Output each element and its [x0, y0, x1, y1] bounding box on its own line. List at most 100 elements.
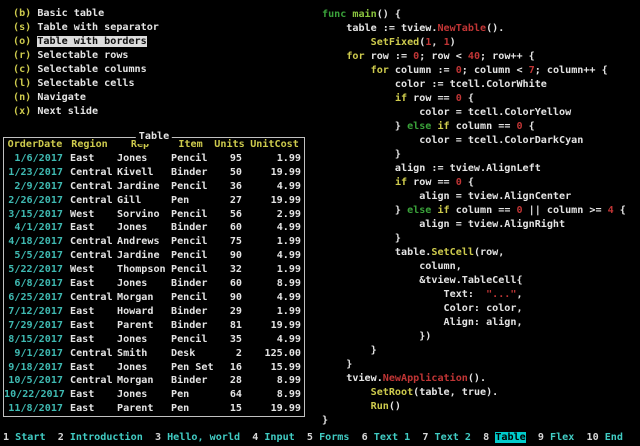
table-cell: Pen	[167, 194, 214, 208]
table-cell: 50	[214, 166, 245, 180]
table-cell: 60	[214, 221, 245, 235]
code-token: SetFixed	[371, 37, 420, 48]
menu-item-selectable-columns[interactable]: (c) Selectable columns	[13, 63, 159, 77]
code-token: color = tcell.ColorDarkCyan	[322, 135, 583, 146]
code-line: func main() {	[322, 8, 626, 22]
statusbar-slide-start[interactable]: 1 Start	[3, 432, 46, 443]
statusbar-slide-end[interactable]: 10 End	[587, 432, 623, 443]
code-line: }	[322, 358, 626, 372]
menu-item-table-with-borders[interactable]: (o) Table with borders	[13, 35, 159, 49]
statusbar-slide-table[interactable]: 8 Table	[483, 432, 526, 443]
table-row: 7/29/2017EastParentBinder8119.99	[4, 319, 304, 333]
menu-item-selectable-cells[interactable]: (l) Selectable cells	[13, 77, 159, 91]
table-cell: Morgan	[113, 374, 167, 388]
code-token: color := tcell.ColorWhite	[322, 79, 547, 90]
code-token: {	[462, 93, 474, 104]
statusbar-slide-flex[interactable]: 9 Flex	[538, 432, 574, 443]
code-line: })	[322, 330, 626, 344]
table-cell: Thompson	[113, 263, 167, 277]
table-cell: Jardine	[113, 180, 167, 194]
table-cell: 35	[214, 333, 245, 347]
table-cell: 4.99	[245, 249, 304, 263]
code-token: Color: color,	[322, 303, 523, 314]
statusbar-slide-hello-world[interactable]: 3 Hello, world	[155, 432, 240, 443]
menu-item-navigate[interactable]: (n) Navigate	[13, 91, 159, 105]
slide-label: Text 1	[374, 432, 410, 443]
menu-item-basic-table[interactable]: (b) Basic table	[13, 7, 159, 21]
code-line: if row == 0 {	[322, 176, 626, 190]
table-row: 1/6/2017EastJonesPencil951.99	[4, 152, 304, 166]
code-token	[322, 51, 346, 62]
code-token: row ==	[407, 93, 456, 104]
code-token: {	[614, 205, 626, 216]
table-cell: East	[66, 361, 113, 375]
table-cell: Pen	[167, 402, 214, 416]
statusbar-slide-forms[interactable]: 5 Forms	[307, 432, 350, 443]
slide-number: 5	[307, 432, 313, 443]
menu-item-table-with-separator[interactable]: (s) Table with separator	[13, 21, 159, 35]
table-cell: Binder	[167, 221, 214, 235]
table-row: 5/22/2017WestThompsonPencil321.99	[4, 263, 304, 277]
table-cell: 19.99	[245, 319, 304, 333]
statusbar-slide-text-1[interactable]: 6 Text 1	[362, 432, 411, 443]
menu-item-next-slide[interactable]: (x) Next slide	[13, 105, 159, 119]
menu-item-selectable-rows[interactable]: (r) Selectable rows	[13, 49, 159, 63]
table-cell: 29	[214, 305, 245, 319]
table-cell: Jones	[113, 152, 167, 166]
code-token: &tview.TableCell{	[322, 275, 523, 286]
table-cell: 7/12/2017	[4, 305, 66, 319]
table-row: 2/26/2017CentralGillPen2719.99	[4, 194, 304, 208]
code-line: tview.NewApplication().	[322, 372, 626, 386]
table-cell: Pen	[167, 388, 214, 402]
table-cell: 36	[214, 180, 245, 194]
table-cell: 4/1/2017	[4, 221, 66, 235]
menu-shortcut: (b)	[13, 8, 31, 19]
code-line: }	[322, 148, 626, 162]
table-cell: Jardine	[113, 249, 167, 263]
code-token	[322, 93, 395, 104]
table-row: 1/23/2017CentralKivellBinder5019.99	[4, 166, 304, 180]
code-token: for	[346, 51, 364, 62]
table-cell: 95	[214, 152, 245, 166]
code-line: if row == 0 {	[322, 92, 626, 106]
table-cell: Binder	[167, 319, 214, 333]
table-cell: Binder	[167, 305, 214, 319]
code-line: color = tcell.ColorDarkCyan	[322, 134, 626, 148]
table-cell: Pencil	[167, 152, 214, 166]
statusbar-slide-text-2[interactable]: 7 Text 2	[422, 432, 471, 443]
code-token	[322, 65, 371, 76]
statusbar-slide-input[interactable]: 4 Input	[252, 432, 295, 443]
column-header-orderdate: OrderDate	[4, 138, 66, 152]
column-header-region: Region	[66, 138, 113, 152]
table-cell: 125.00	[245, 347, 304, 361]
table-title: Table	[136, 130, 172, 144]
table-cell: 32	[214, 263, 245, 277]
slide-label: Input	[264, 432, 294, 443]
table-cell: 2/26/2017	[4, 194, 66, 208]
table-cell: East	[66, 402, 113, 416]
table-cell: Howard	[113, 305, 167, 319]
statusbar-slide-introduction[interactable]: 2 Introduction	[58, 432, 143, 443]
code-token: column :=	[389, 65, 456, 76]
table-cell: Andrews	[113, 235, 167, 249]
table-cell: Pencil	[167, 180, 214, 194]
code-token: NewTable	[437, 23, 486, 34]
table-row: 8/15/2017EastJonesPencil354.99	[4, 333, 304, 347]
table-cell: East	[66, 388, 113, 402]
code-token: SetRoot	[371, 387, 414, 398]
table-cell: 19.99	[245, 166, 304, 180]
table-row: 4/18/2017CentralAndrewsPencil751.99	[4, 235, 304, 249]
menu-item-label: Selectable columns	[37, 64, 146, 75]
table-cell: Parent	[113, 402, 167, 416]
table-cell: 3/15/2017	[4, 208, 66, 222]
code-token: ().	[486, 23, 504, 34]
code-token: Run	[371, 401, 389, 412]
slide-number: 7	[422, 432, 428, 443]
code-token: for	[371, 65, 389, 76]
table-cell: 2	[214, 347, 245, 361]
code-line: Color: color,	[322, 302, 626, 316]
table-cell: Jones	[113, 277, 167, 291]
table-cell: Kivell	[113, 166, 167, 180]
code-token: main	[352, 9, 376, 20]
code-line: }	[322, 232, 626, 246]
